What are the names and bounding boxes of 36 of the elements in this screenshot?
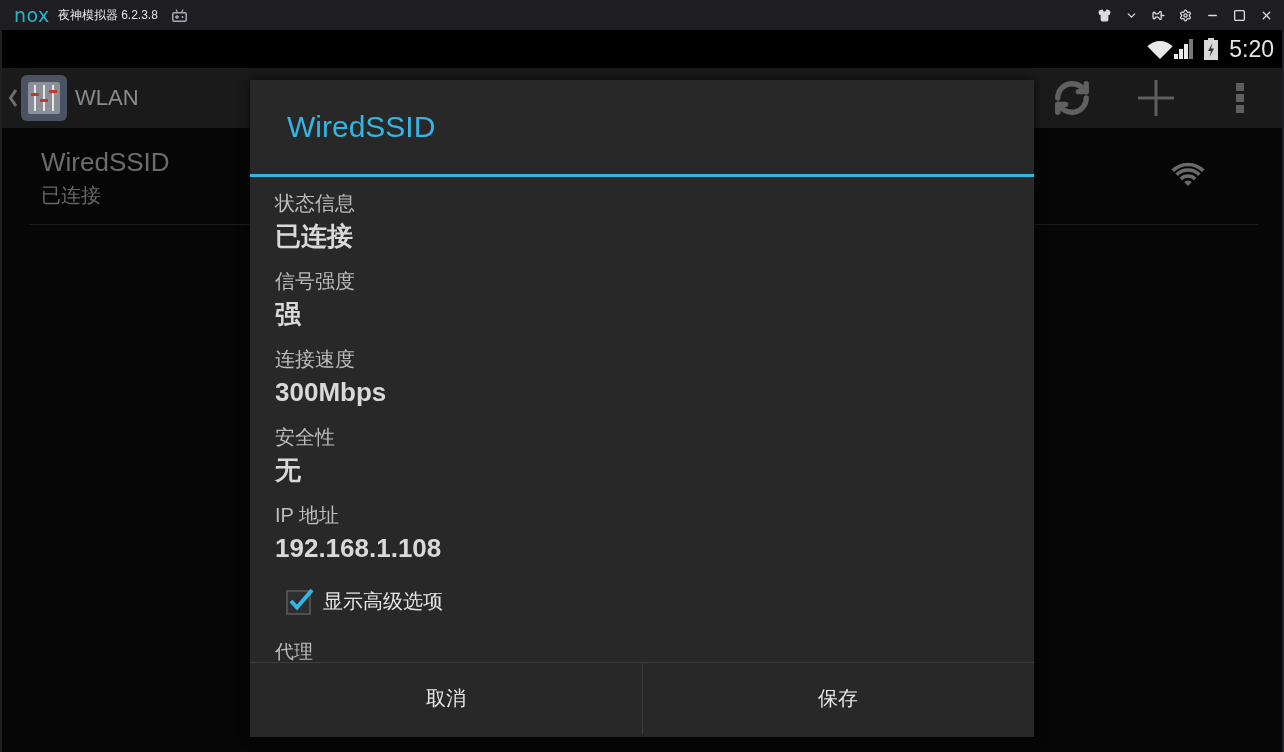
clock-time: 5:20 (1229, 35, 1274, 63)
cell-signal-icon (1174, 39, 1195, 59)
plus-icon (1138, 80, 1174, 116)
field-label: 连接速度 (275, 347, 355, 371)
field-label: 信号强度 (275, 269, 355, 293)
field-value: 192.168.1.108 (275, 532, 442, 565)
field-value: 已连接 (275, 220, 353, 253)
pin-icon (1152, 8, 1165, 22)
equalizer-app-icon (21, 75, 67, 121)
dialog-button[interactable]: 取消 (250, 663, 643, 734)
maximize-icon (1233, 8, 1246, 22)
dialog-title: WiredSSID (287, 109, 436, 145)
field-value: 强 (275, 298, 301, 331)
field-label: 状态信息 (275, 191, 355, 215)
battery-charging-icon (1204, 38, 1219, 60)
checkbox[interactable] (286, 587, 314, 615)
window-title: 夜神模拟器 6.2.3.8 (57, 7, 158, 23)
gamepad-icon[interactable] (171, 8, 187, 22)
field-label: 安全性 (275, 425, 335, 449)
field-value: 无 (275, 454, 301, 487)
settings-icon (1179, 8, 1192, 22)
overflow-menu-icon (1236, 83, 1244, 113)
network-name[interactable]: WiredSSID (41, 146, 170, 178)
checkbox-label[interactable]: 显示高级选项 (323, 588, 443, 614)
section-label: 代理 (275, 642, 313, 662)
wifi-signal-icon (1171, 160, 1205, 187)
wifi-signal-icon (1147, 39, 1174, 59)
app-logo: nox (14, 5, 50, 25)
refresh-icon (1053, 79, 1091, 117)
shirt-icon (1098, 8, 1111, 22)
network-status: 已连接 (41, 183, 101, 208)
dialog-button[interactable]: 保存 (642, 663, 1034, 734)
screen-title: WLAN (75, 84, 139, 112)
field-value: 300Mbps (275, 376, 387, 409)
field-label: IP 地址 (275, 503, 340, 527)
back-caret-icon (8, 88, 18, 108)
